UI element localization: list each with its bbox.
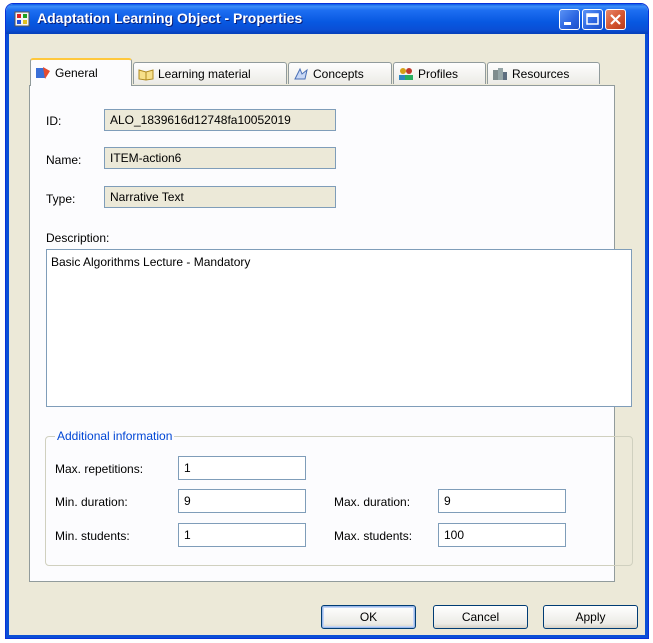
min-students-input[interactable]: 1 [178, 523, 306, 547]
tab-concepts-label: Concepts [313, 66, 364, 81]
min-duration-label: Min. duration: [55, 495, 128, 509]
general-tab-panel: ID: ALO_1839616d12748fa10052019 Name: IT… [29, 85, 633, 582]
window-title: Adaptation Learning Object - Properties [37, 10, 303, 26]
window-border-left [6, 34, 9, 638]
users-icon [399, 67, 413, 80]
close-button[interactable] [605, 9, 626, 30]
tab-concepts[interactable]: Concepts [288, 62, 392, 84]
tab-resources-label: Resources [512, 66, 570, 81]
tab-general-label: General [55, 66, 98, 80]
concepts-icon [294, 67, 308, 79]
name-field[interactable]: ITEM-action6 [104, 147, 336, 169]
description-textarea[interactable]: Basic Algorithms Lecture - Mandatory [46, 249, 632, 407]
tab-learning-material-label: Learning material [158, 66, 251, 81]
min-students-label: Min. students: [55, 529, 130, 543]
id-label: ID: [46, 114, 62, 128]
app-icon [14, 11, 30, 27]
description-label: Description: [46, 231, 110, 245]
min-duration-input[interactable]: 9 [178, 489, 306, 513]
type-field[interactable]: Narrative Text [104, 186, 336, 208]
resources-icon [493, 67, 507, 80]
book-icon [138, 68, 154, 81]
tab-profiles[interactable]: Profiles [393, 62, 486, 84]
max-students-label: Max. students: [334, 529, 413, 543]
max-students-input[interactable]: 100 [438, 523, 566, 547]
tab-general[interactable]: General [30, 58, 132, 86]
tab-profiles-label: Profiles [418, 66, 459, 81]
max-duration-label: Max. duration: [334, 495, 411, 509]
cancel-button[interactable]: Cancel [433, 605, 528, 629]
max-repetitions-input[interactable]: 1 [178, 456, 306, 480]
id-field[interactable]: ALO_1839616d12748fa10052019 [104, 109, 336, 131]
tab-learning-material[interactable]: Learning material [133, 62, 287, 84]
additional-information-title: Additional information [55, 429, 175, 443]
name-label: Name: [46, 153, 82, 167]
minimize-icon [564, 22, 571, 25]
window-border-bottom [6, 635, 648, 638]
tab-resources[interactable]: Resources [487, 62, 600, 84]
type-label: Type: [46, 192, 76, 206]
additional-information-group: Additional information Max. repetitions:… [45, 429, 633, 566]
minimize-button[interactable] [559, 9, 580, 30]
maximize-icon [586, 13, 599, 25]
window-border-right [645, 34, 648, 638]
close-icon [610, 14, 621, 25]
ok-button[interactable]: OK [321, 605, 416, 629]
title-bar[interactable]: Adaptation Learning Object - Properties [6, 4, 648, 34]
general-icon [36, 67, 50, 79]
maximize-button[interactable] [582, 9, 603, 30]
max-repetitions-label: Max. repetitions: [55, 462, 144, 476]
max-duration-input[interactable]: 9 [438, 489, 566, 513]
apply-button[interactable]: Apply [543, 605, 638, 629]
